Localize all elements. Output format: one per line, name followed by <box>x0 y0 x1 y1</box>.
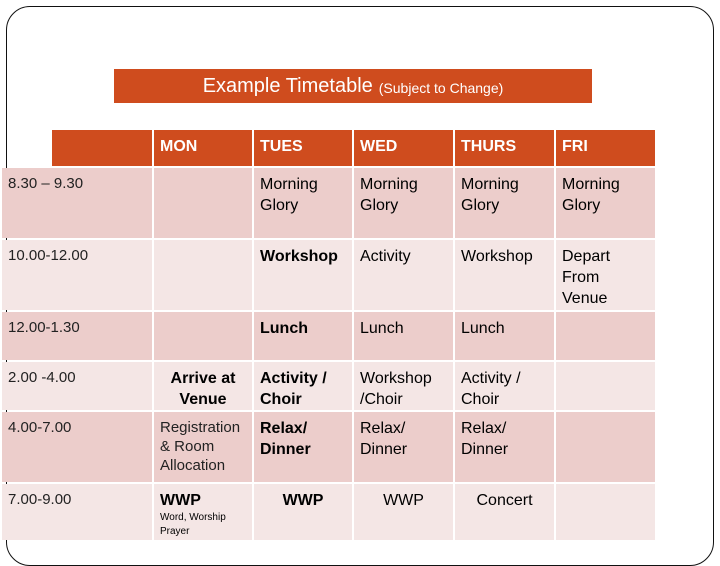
cell-wed: Activity <box>354 240 453 310</box>
cell-mon-note: Word, Worship Prayer <box>160 512 226 537</box>
cell-tues: Activity / Choir <box>254 362 352 410</box>
header-cell-wed: WED <box>354 130 453 166</box>
cell-tues: Lunch <box>254 312 352 360</box>
cell-mon-label: WWP <box>160 492 201 509</box>
title-main: Example Timetable <box>202 74 373 97</box>
cell-thurs: Workshop <box>455 240 554 310</box>
cell-fri <box>556 484 655 540</box>
cell-tues: WWP <box>254 484 352 540</box>
time-cell: 12.00-1.30 <box>2 312 152 360</box>
timetable: MON TUES WED THURS FRI 8.30 – 9.30 Morni… <box>2 130 655 540</box>
cell-mon <box>154 240 252 310</box>
cell-tues: Relax/ Dinner <box>254 412 352 482</box>
time-cell: 2.00 -4.00 <box>2 362 152 410</box>
cell-fri <box>556 412 655 482</box>
cell-thurs: Activity / Choir <box>455 362 554 410</box>
cell-wed: WWP <box>354 484 453 540</box>
header-cell-thurs: THURS <box>455 130 554 166</box>
cell-mon <box>154 168 252 238</box>
cell-fri <box>556 362 655 410</box>
time-cell: 4.00-7.00 <box>2 412 152 482</box>
time-cell: 8.30 – 9.30 <box>2 168 152 238</box>
header-cell-tues: TUES <box>254 130 352 166</box>
cell-mon: Registration & Room Allocation <box>154 412 252 482</box>
cell-wed: Morning Glory <box>354 168 453 238</box>
cell-mon <box>154 312 252 360</box>
header-cell-fri: FRI <box>556 130 655 166</box>
cell-tues: Workshop <box>254 240 352 310</box>
header-cell-time <box>52 130 152 166</box>
cell-wed: Relax/ Dinner <box>354 412 453 482</box>
cell-wed: Lunch <box>354 312 453 360</box>
cell-tues: Morning Glory <box>254 168 352 238</box>
cell-thurs: Relax/ Dinner <box>455 412 554 482</box>
title-subtitle: (Subject to Change) <box>378 80 504 96</box>
cell-wed: Workshop /Choir <box>354 362 453 410</box>
cell-mon: Arrive at Venue <box>154 362 252 410</box>
cell-fri <box>556 312 655 360</box>
title-bar: Example Timetable (Subject to Change) <box>114 69 592 103</box>
header-cell-mon: MON <box>154 130 252 166</box>
cell-thurs: Lunch <box>455 312 554 360</box>
cell-thurs: Morning Glory <box>455 168 554 238</box>
cell-thurs: Concert <box>455 484 554 540</box>
cell-fri: Depart From Venue <box>556 240 655 310</box>
time-cell: 10.00-12.00 <box>2 240 152 310</box>
cell-fri: Morning Glory <box>556 168 655 238</box>
cell-mon: WWP Word, Worship Prayer <box>154 484 252 540</box>
time-cell: 7.00-9.00 <box>2 484 152 540</box>
